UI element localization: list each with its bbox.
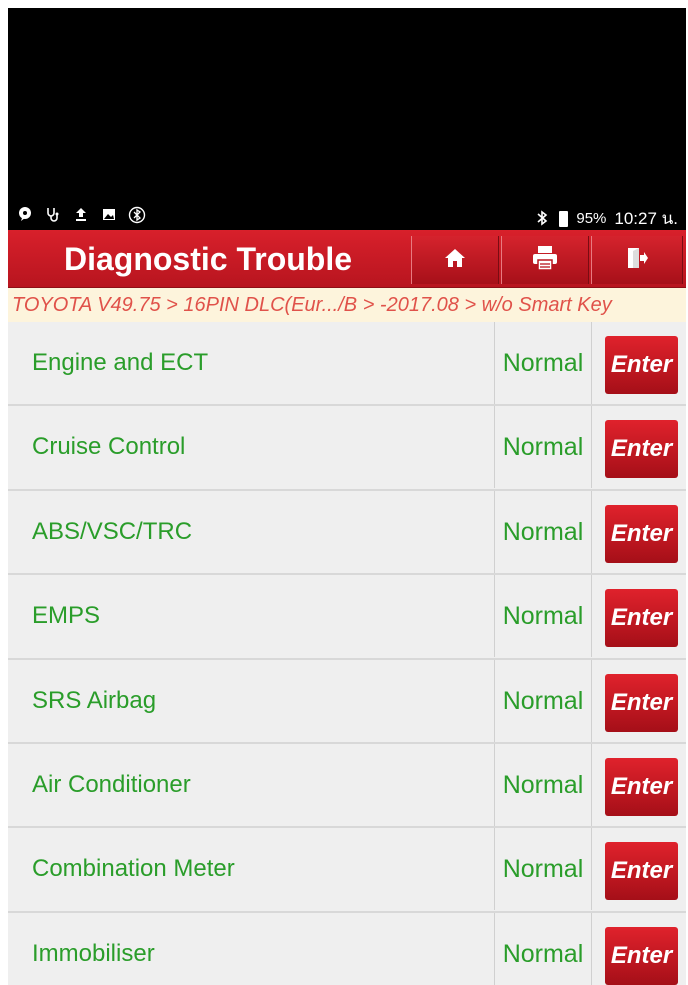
printer-icon <box>531 245 559 276</box>
enter-button[interactable]: Enter <box>605 673 678 732</box>
chat-icon <box>16 206 34 224</box>
system-name: Cruise Control <box>32 433 186 461</box>
system-name: Immobiliser <box>32 939 155 967</box>
system-name: Engine and ECT <box>32 349 209 376</box>
enter-button[interactable]: Enter <box>605 420 678 479</box>
enter-button[interactable]: Enter <box>605 926 678 985</box>
list-item: Air Conditioner Normal Enter <box>8 743 686 829</box>
list-item: ABS/VSC/TRC Normal Enter <box>8 490 686 576</box>
list-item: Immobiliser Normal Enter <box>8 912 686 985</box>
status-text: Normal <box>494 743 592 826</box>
battery-percent: 95% <box>576 210 607 227</box>
system-name: Air Conditioner <box>32 770 191 798</box>
list-item: SRS Airbag Normal Enter <box>8 659 686 744</box>
bluetooth-alt-icon <box>128 206 146 224</box>
bluetooth-icon <box>533 209 551 228</box>
status-text: Normal <box>494 659 592 742</box>
exit-icon <box>625 246 649 275</box>
enter-button[interactable]: Enter <box>605 336 678 394</box>
list-item: Combination Meter Normal Enter <box>8 828 686 913</box>
enter-button[interactable]: Enter <box>605 504 678 563</box>
system-name: Combination Meter <box>32 855 235 883</box>
device-screen: 95% 10:27 น. Diagnostic Trouble TOYOTA V… <box>8 8 686 985</box>
exit-button[interactable] <box>591 236 683 284</box>
home-button[interactable] <box>411 236 499 284</box>
image-icon <box>100 206 118 224</box>
battery-icon <box>559 210 569 227</box>
print-button[interactable] <box>501 236 589 284</box>
enter-button[interactable]: Enter <box>605 757 678 816</box>
status-text: Normal <box>494 490 592 573</box>
status-text: Normal <box>494 828 592 911</box>
status-bar: 95% 10:27 น. <box>8 202 686 230</box>
status-text: Normal <box>494 406 592 489</box>
list-item: EMPS Normal Enter <box>8 575 686 660</box>
system-list: Engine and ECT Normal Enter Cruise Contr… <box>8 322 686 985</box>
system-name: SRS Airbag <box>32 686 157 714</box>
status-text: Normal <box>494 322 592 404</box>
upload-icon <box>72 206 90 224</box>
system-name: ABS/VSC/TRC <box>32 517 193 545</box>
status-text: Normal <box>494 575 592 658</box>
home-icon <box>443 246 467 275</box>
page-title: Diagnostic Trouble <box>63 241 353 277</box>
status-text: Normal <box>494 912 592 985</box>
list-item: Cruise Control Normal Enter <box>8 406 686 491</box>
system-name: EMPS <box>32 602 101 630</box>
app-header: Diagnostic Trouble <box>8 230 686 288</box>
stethoscope-icon <box>44 206 62 224</box>
enter-button[interactable]: Enter <box>605 589 678 648</box>
clock: 10:27 น. <box>614 209 678 228</box>
breadcrumb: TOYOTA V49.75 > 16PIN DLC(Eur.../B > -20… <box>8 288 686 322</box>
enter-button[interactable]: Enter <box>605 842 678 901</box>
list-item: Engine and ECT Normal Enter <box>8 322 686 407</box>
